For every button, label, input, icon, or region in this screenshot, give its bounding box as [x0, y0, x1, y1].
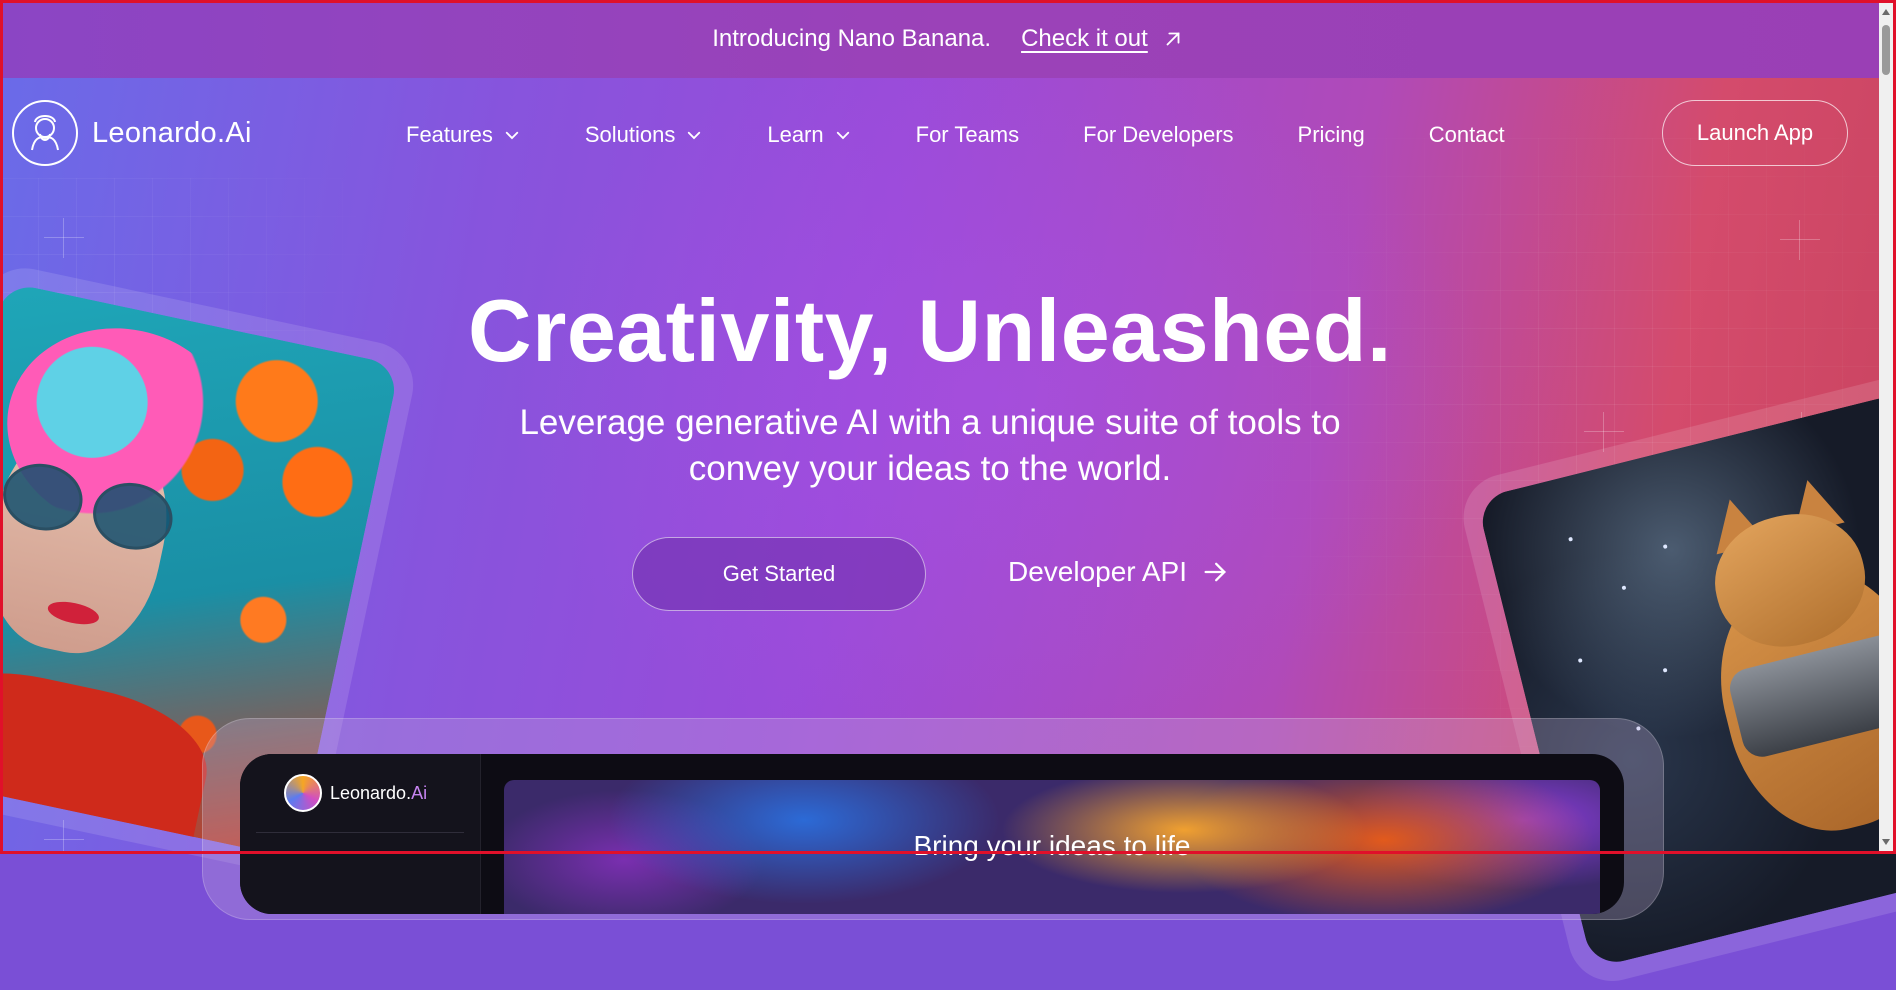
check-it-out-link[interactable]: Check it out — [1021, 25, 1184, 53]
chevron-down-icon — [836, 131, 849, 140]
nav-item-label: For Teams — [915, 122, 1020, 147]
hero-headline: Creativity, Unleashed. — [468, 281, 1392, 380]
nav-item-contact[interactable]: Contact — [1429, 122, 1505, 148]
app-preview-logo: Leonardo.Ai — [284, 774, 427, 812]
chevron-down-icon — [688, 131, 701, 140]
sidebar-divider — [256, 832, 464, 833]
nav-item-label: For Developers — [1083, 122, 1234, 147]
brand-name: Leonardo.Ai — [92, 116, 252, 149]
nav-item-for-teams[interactable]: For Teams — [916, 122, 1020, 148]
hero-subline-1: Leverage generative AI with a unique sui… — [519, 403, 1341, 442]
nav-item-pricing[interactable]: Pricing — [1298, 122, 1365, 148]
announcement-text: Introducing Nano Banana. — [712, 25, 992, 52]
nav-item-label: Solutions — [584, 122, 676, 147]
get-started-button[interactable]: Get Started — [632, 537, 926, 611]
nav-item-solutions[interactable]: Solutions — [585, 122, 704, 148]
nav-item-label: Pricing — [1297, 122, 1365, 147]
scroll-up-icon[interactable] — [1882, 9, 1890, 15]
nav-item-label: Contact — [1428, 122, 1505, 147]
banner-title: Bring your ideas to life — [913, 830, 1191, 861]
arrow-up-right-icon — [1166, 32, 1180, 46]
developer-api-link[interactable]: Developer API — [1008, 556, 1229, 588]
leonardo-avatar-icon — [284, 774, 322, 812]
arrow-right-icon — [1204, 562, 1226, 582]
nav-item-label: Features — [406, 122, 493, 147]
nav-item-features[interactable]: Features — [406, 122, 521, 148]
developer-api-label: Developer API — [1008, 556, 1187, 587]
scroll-thumb[interactable] — [1882, 25, 1890, 75]
app-preview-window: Leonardo.Ai Bring your ideas to life — [240, 754, 1624, 914]
main-menu: Features Solutions Learn For Teams For D… — [406, 122, 1569, 148]
plus-decoration — [44, 218, 84, 258]
hero-subline-2: convey your ideas to the world. — [688, 449, 1172, 488]
plus-decoration — [1780, 220, 1820, 260]
hero-subheadline: Leverage generative AI with a unique sui… — [0, 400, 1860, 492]
leonardo-logo-icon — [12, 100, 78, 166]
nav-item-learn[interactable]: Learn — [767, 122, 851, 148]
app-preview-sidebar: Leonardo.Ai — [240, 754, 481, 914]
scroll-down-icon[interactable] — [1882, 839, 1890, 845]
nav-item-for-developers[interactable]: For Developers — [1083, 122, 1233, 148]
page-scrollbar[interactable] — [1879, 3, 1893, 851]
brand-logo[interactable]: Leonardo.Ai — [12, 100, 252, 166]
top-navigation: Leonardo.Ai Features Solutions Learn For… — [0, 78, 1896, 188]
chevron-down-icon — [505, 131, 519, 140]
check-it-out-label: Check it out — [1021, 25, 1148, 52]
app-preview-banner: Bring your ideas to life — [504, 780, 1600, 914]
app-preview-brand: Leonardo.Ai — [330, 782, 428, 803]
launch-app-button[interactable]: Launch App — [1662, 100, 1848, 166]
announcement-bar: Introducing Nano Banana. Check it out — [0, 0, 1896, 78]
nav-item-label: Learn — [767, 122, 824, 147]
